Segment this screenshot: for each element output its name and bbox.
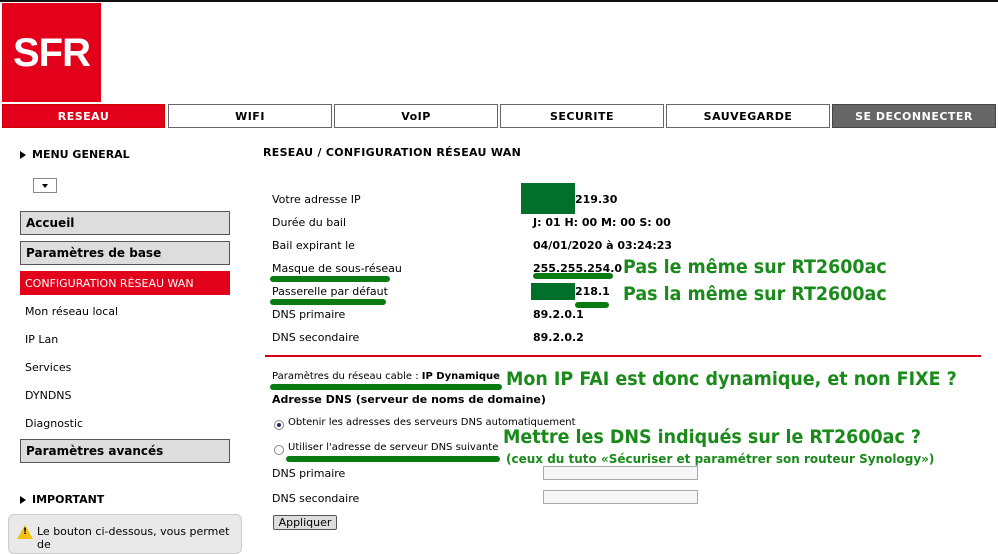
menu-general-label: MENU GENERAL xyxy=(32,148,130,161)
menu-diagnostic[interactable]: Diagnostic xyxy=(20,411,230,435)
dns-secondary-input[interactable] xyxy=(543,490,698,504)
menu-dyndns[interactable]: DYNDNS xyxy=(20,383,230,407)
dns-primary-input[interactable] xyxy=(543,466,698,480)
apply-button[interactable]: Appliquer xyxy=(273,515,337,530)
ip-annotation: Mon IP FAI est donc dynamique, et non FI… xyxy=(506,368,957,390)
dns-primary-field-label: DNS primaire xyxy=(272,467,346,480)
underline-mark xyxy=(286,456,500,462)
menu-mon-reseau-local[interactable]: Mon réseau local xyxy=(20,299,230,323)
cable-params-value: IP Dynamique xyxy=(421,371,500,382)
cable-params-row: Paramètres du réseau cable : IP Dynamiqu… xyxy=(272,371,500,382)
underline-mark xyxy=(533,273,613,279)
dns-subannotation: (ceux du tuto «Sécuriser et paramétrer s… xyxy=(506,452,935,466)
lease-expiry-label: Bail expirant le xyxy=(272,239,355,252)
underline-mark xyxy=(270,384,502,390)
menu-parametres-base[interactable]: Paramètres de base xyxy=(20,241,230,265)
warning-box: ! Le bouton ci-dessous, vous permet de xyxy=(8,514,242,554)
section-divider xyxy=(265,355,981,357)
underline-mark xyxy=(270,276,390,282)
menu-configuration-wan[interactable]: CONFIGURATION RÉSEAU WAN xyxy=(20,271,230,295)
important-label: IMPORTANT xyxy=(32,493,105,506)
warning-icon: ! xyxy=(17,525,33,539)
triangle-right-icon xyxy=(20,495,26,504)
menu-dropdown[interactable] xyxy=(33,178,57,193)
tab-sauvegarde[interactable]: SAUVEGARDE xyxy=(666,104,830,128)
ip-address-label: Votre adresse IP xyxy=(272,193,361,206)
redaction-block xyxy=(531,283,575,300)
logo-text: SFR xyxy=(13,31,91,75)
lease-duration-value: J: 01 H: 00 M: 00 S: 00 xyxy=(533,216,671,229)
gateway-annotation: Pas la même sur RT2600ac xyxy=(623,283,887,305)
dns-primary-info-value: 89.2.0.1 xyxy=(533,308,584,321)
dns-section-title: Adresse DNS (serveur de noms de domaine) xyxy=(272,393,546,406)
tab-voip[interactable]: VoIP xyxy=(334,104,498,128)
dns-secondary-info-label: DNS secondaire xyxy=(272,331,360,344)
lease-expiry-value: 04/01/2020 à 03:24:23 xyxy=(533,239,673,252)
mask-annotation: Pas le même sur RT2600ac xyxy=(623,256,887,278)
dns-annotation: Mettre les DNS indiqués sur le RT2600ac … xyxy=(503,426,922,448)
menu-parametres-avances[interactable]: Paramètres avancés xyxy=(20,439,230,463)
radio-dns-auto[interactable] xyxy=(274,420,284,430)
ip-address-value: 219.30 xyxy=(575,193,618,206)
triangle-right-icon xyxy=(20,150,26,159)
underline-mark xyxy=(270,299,386,305)
page-title: RESEAU / CONFIGURATION RÉSEAU WAN xyxy=(263,146,522,159)
menu-services[interactable]: Services xyxy=(20,355,230,379)
radio-dns-manual[interactable] xyxy=(274,445,284,455)
gateway-label: Passerelle par défaut xyxy=(272,285,388,298)
gateway-value: 218.1 xyxy=(575,285,610,298)
important-header[interactable]: IMPORTANT xyxy=(20,493,104,506)
warning-text: Le bouton ci-dessous, vous permet de xyxy=(37,525,230,551)
tab-securite[interactable]: SECURITE xyxy=(500,104,664,128)
redaction-block xyxy=(521,183,575,214)
menu-ip-lan[interactable]: IP Lan xyxy=(20,327,230,351)
dns-secondary-info-value: 89.2.0.2 xyxy=(533,331,584,344)
menu-accueil[interactable]: Accueil xyxy=(20,211,230,235)
sfr-logo[interactable]: SFR xyxy=(2,3,101,102)
dns-secondary-field-label: DNS secondaire xyxy=(272,492,360,505)
lease-duration-label: Durée du bail xyxy=(272,216,347,229)
tab-logout[interactable]: SE DECONNECTER xyxy=(832,104,996,128)
tab-wifi[interactable]: WIFI xyxy=(168,104,332,128)
top-border xyxy=(0,0,998,2)
dns-primary-info-label: DNS primaire xyxy=(272,308,346,321)
tab-reseau[interactable]: RESEAU xyxy=(2,104,165,128)
radio-dns-manual-label: Utiliser l'adresse de serveur DNS suivan… xyxy=(288,442,499,453)
subnet-mask-label: Masque de sous-réseau xyxy=(272,262,402,275)
menu-general-header[interactable]: MENU GENERAL xyxy=(20,148,130,161)
chevron-down-icon xyxy=(42,183,48,188)
cable-params-label: Paramètres du réseau cable : xyxy=(272,371,419,382)
